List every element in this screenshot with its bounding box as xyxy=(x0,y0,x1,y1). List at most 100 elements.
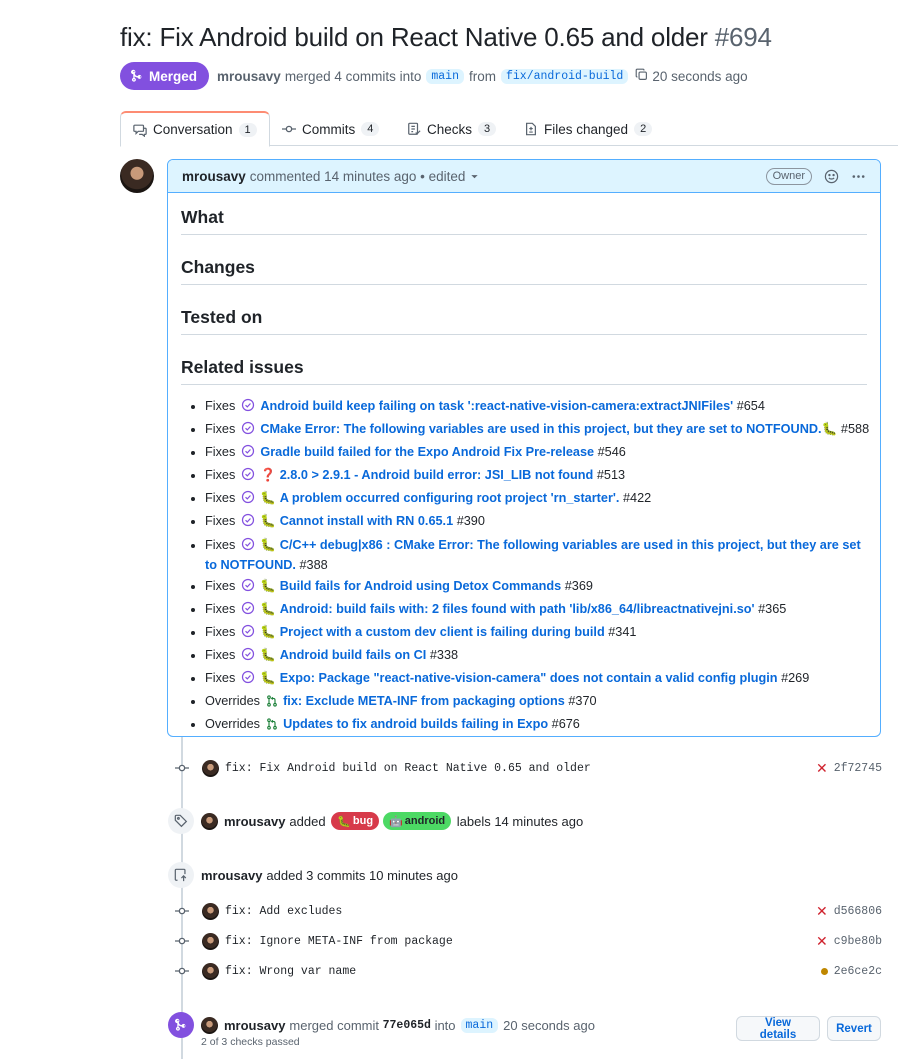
pr-author-link[interactable]: mrousavy xyxy=(217,69,281,84)
issue-link[interactable]: Cannot install with RN 0.65.1 xyxy=(280,514,453,528)
x-failure-icon[interactable]: ✕ xyxy=(816,904,828,918)
issue-link[interactable]: Expo: Package "react-native-vision-camer… xyxy=(280,671,778,685)
emoji-prefix-icon: 🐛 xyxy=(260,579,277,593)
related-issue-item: Overrides Updates to fix android builds … xyxy=(205,714,867,736)
issue-link[interactable]: Android build fails on CI xyxy=(280,648,427,662)
issue-closed-icon xyxy=(241,421,255,442)
issue-link[interactable]: fix: Exclude META-INF from packaging opt… xyxy=(283,694,565,708)
commit-icon xyxy=(172,934,192,948)
issue-number[interactable]: #365 xyxy=(758,602,786,616)
issue-number[interactable]: #341 xyxy=(608,625,636,639)
avatar[interactable] xyxy=(120,159,154,193)
label-android[interactable]: 🤖 android xyxy=(383,812,452,830)
issue-number[interactable]: #588 xyxy=(841,422,869,436)
commit-message[interactable]: fix: Ignore META-INF from package xyxy=(225,935,453,948)
issue-number[interactable]: #370 xyxy=(568,694,596,708)
pr-description-comment: mrousavy commented 14 minutes ago • edit… xyxy=(167,159,881,737)
into-text: into xyxy=(434,1017,456,1033)
emoji-prefix-icon: 🐛 xyxy=(260,602,277,616)
x-failure-icon[interactable]: ✕ xyxy=(816,761,828,775)
issue-number[interactable]: #369 xyxy=(565,579,593,593)
commit-message[interactable]: fix: Add excludes xyxy=(225,905,342,918)
issue-verb: Fixes xyxy=(205,422,236,436)
commit-sha[interactable]: c9be80b xyxy=(834,935,882,948)
issue-number[interactable]: #388 xyxy=(299,558,327,572)
issue-link[interactable]: CMake Error: The following variables are… xyxy=(260,422,821,436)
issue-verb: Fixes xyxy=(205,445,236,459)
issue-link[interactable]: Project with a custom dev client is fail… xyxy=(280,625,605,639)
issue-link[interactable]: A problem occurred configuring root proj… xyxy=(280,491,620,505)
issue-number[interactable]: #390 xyxy=(457,514,485,528)
pending-dot-icon[interactable] xyxy=(820,967,828,975)
issue-link[interactable]: Android build keep failing on task ':rea… xyxy=(260,399,733,413)
kebab-horizontal-icon[interactable] xyxy=(851,169,866,184)
issue-link[interactable]: 2.8.0 > 2.9.1 - Android build error: JSI… xyxy=(280,468,594,482)
pr-open-icon xyxy=(266,716,278,736)
event-author[interactable]: mrousavy xyxy=(224,1018,285,1033)
issue-number[interactable]: #269 xyxy=(781,671,809,685)
smiley-icon[interactable] xyxy=(824,169,839,184)
avatar[interactable] xyxy=(202,902,219,920)
timeline-commit: fix: Add excludes ✕ d566806 xyxy=(172,900,882,922)
timeline-line xyxy=(181,737,183,1059)
related-issue-item: Fixes 🐛 Expo: Package "react-native-visi… xyxy=(205,668,867,691)
commit-sha[interactable]: 2f72745 xyxy=(834,762,882,775)
x-failure-icon[interactable]: ✕ xyxy=(816,934,828,948)
tab-checks[interactable]: Checks 3 xyxy=(395,111,508,147)
tag-icon xyxy=(168,808,194,834)
issue-link[interactable]: Gradle build failed for the Expo Android… xyxy=(260,445,594,459)
label-bug[interactable]: 🐛 bug xyxy=(331,812,380,830)
issue-link[interactable]: Updates to fix android builds failing in… xyxy=(283,717,548,731)
tab-commits[interactable]: Commits 4 xyxy=(270,111,391,147)
commit-message[interactable]: fix: Fix Android build on React Native 0… xyxy=(225,762,591,775)
commit-sha[interactable]: 2e6ce2c xyxy=(834,965,882,978)
issue-verb: Overrides xyxy=(205,694,260,708)
issue-number[interactable]: #546 xyxy=(598,445,626,459)
issue-closed-icon xyxy=(241,601,255,622)
related-issue-item: Fixes Gradle build failed for the Expo A… xyxy=(205,442,867,465)
revert-button[interactable]: Revert xyxy=(827,1016,881,1041)
related-issue-item: Fixes 🐛 Android: build fails with: 2 fil… xyxy=(205,599,867,622)
head-branch[interactable]: fix/android-build xyxy=(500,68,629,84)
avatar[interactable] xyxy=(202,962,219,980)
related-issue-item: Fixes CMake Error: The following variabl… xyxy=(205,419,869,442)
label-text: android xyxy=(404,815,446,827)
chevron-down-icon[interactable] xyxy=(470,172,479,181)
tab-files-changed[interactable]: Files changed 2 xyxy=(512,111,664,147)
checks-summary[interactable]: 2 of 3 checks passed xyxy=(201,1036,300,1048)
view-details-button[interactable]: View details xyxy=(736,1016,820,1041)
avatar[interactable] xyxy=(201,1016,218,1034)
issue-link[interactable]: Build fails for Android using Detox Comm… xyxy=(280,579,562,593)
issue-verb: Fixes xyxy=(205,399,236,413)
issue-number[interactable]: #422 xyxy=(623,491,651,505)
merged-state-badge: Merged xyxy=(120,62,210,90)
copy-icon[interactable] xyxy=(635,68,648,84)
base-branch[interactable]: main xyxy=(426,68,464,84)
issue-number[interactable]: #654 xyxy=(737,399,765,413)
event-author[interactable]: mrousavy xyxy=(201,868,262,883)
issue-number[interactable]: #338 xyxy=(430,648,458,662)
issue-closed-icon xyxy=(241,647,255,668)
tab-conversation[interactable]: Conversation 1 xyxy=(120,111,270,147)
robot-emoji-icon: 🤖 xyxy=(389,815,403,828)
emoji-suffix-icon: 🐛 xyxy=(821,422,838,436)
issue-verb: Fixes xyxy=(205,579,236,593)
commit-message[interactable]: fix: Wrong var name xyxy=(225,965,356,978)
issue-number[interactable]: #513 xyxy=(597,468,625,482)
merge-text: merged 4 commits into xyxy=(284,68,422,84)
comment-meta[interactable]: commented 14 minutes ago • edited xyxy=(250,169,466,184)
git-merge-icon xyxy=(168,1012,194,1038)
merge-branch[interactable]: main xyxy=(460,1017,499,1033)
comment-author[interactable]: mrousavy xyxy=(182,169,246,184)
avatar[interactable] xyxy=(201,812,218,830)
merge-commit-sha[interactable]: 77e065d xyxy=(383,1019,431,1032)
issue-number[interactable]: #676 xyxy=(552,717,580,731)
avatar[interactable] xyxy=(202,932,219,950)
event-author[interactable]: mrousavy xyxy=(224,814,285,829)
commit-sha[interactable]: d566806 xyxy=(834,905,882,918)
issue-link[interactable]: Android: build fails with: 2 files found… xyxy=(280,602,755,616)
issue-verb: Fixes xyxy=(205,514,236,528)
avatar[interactable] xyxy=(202,759,219,777)
tab-label: Commits xyxy=(302,121,356,137)
pr-tabs: Conversation 1 Commits 4 Checks 3 Files … xyxy=(120,111,898,147)
